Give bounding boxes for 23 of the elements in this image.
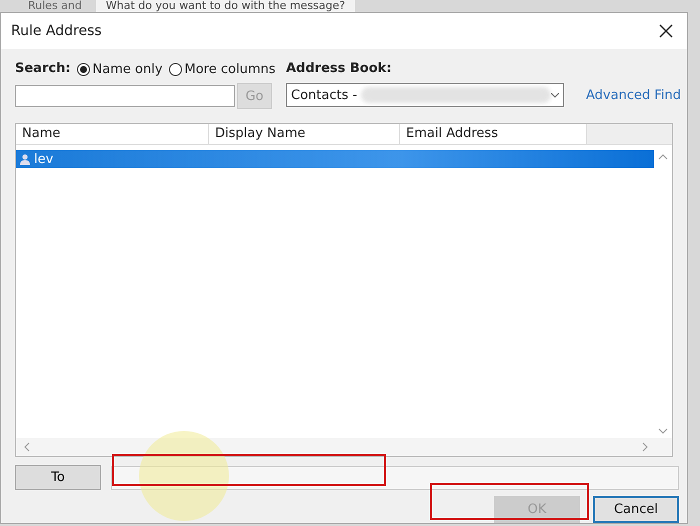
tab-label[interactable]: Rules and — [24, 0, 86, 12]
scroll-left-icon[interactable] — [24, 442, 30, 452]
radio-option[interactable]: More columns — [168, 62, 276, 76]
scroll-right-icon[interactable] — [642, 442, 648, 452]
person-icon — [20, 154, 30, 164]
search-label: Search: — [15, 60, 71, 78]
close-icon[interactable] — [659, 24, 673, 38]
advanced-find-link[interactable]: Advanced Find — [586, 88, 681, 102]
caret-icon — [551, 93, 559, 98]
scroll-down-icon[interactable] — [658, 428, 668, 434]
search-field[interactable] — [15, 85, 235, 107]
dialog-button[interactable]: Cancel — [593, 496, 679, 523]
column-header[interactable]: Display Name — [209, 124, 400, 144]
scroll-up-icon[interactable] — [658, 154, 668, 160]
address-book-dropdown[interactable]: Contacts - — [286, 83, 564, 107]
contact-row[interactable]: lev — [16, 150, 654, 168]
address-book-label: Address Book: — [286, 60, 393, 78]
to-button[interactable]: To — [15, 465, 101, 490]
column-header[interactable]: Name — [16, 124, 209, 144]
radio-option[interactable]: Name only — [76, 62, 163, 76]
window-title: Rule Address — [11, 23, 102, 39]
question-text: What do you want to do with the message? — [96, 0, 356, 12]
to-field[interactable] — [111, 466, 679, 490]
